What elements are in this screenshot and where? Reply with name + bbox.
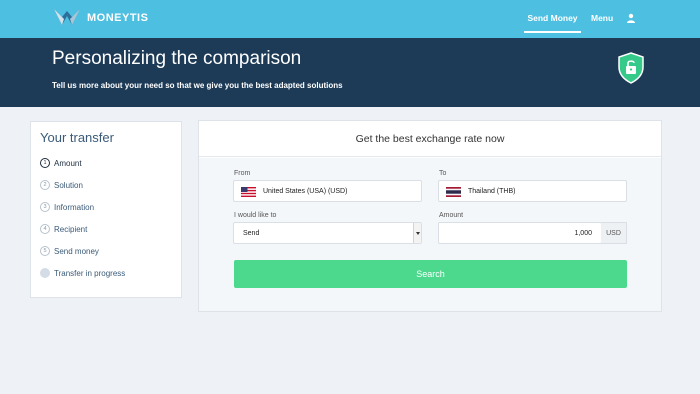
step-number: 3: [40, 202, 50, 212]
step-solution[interactable]: 2 Solution: [40, 180, 83, 190]
to-country-select[interactable]: Thailand (THB): [438, 180, 627, 202]
step-number: 2: [40, 180, 50, 190]
nav-send-money[interactable]: Send Money: [524, 13, 581, 31]
shield-lock-icon: [618, 52, 644, 84]
user-icon[interactable]: [626, 13, 636, 23]
step-number: 1: [40, 158, 50, 168]
us-flag-icon: [241, 187, 256, 197]
top-nav: MONEYTIS Send Money Menu: [0, 0, 700, 38]
step-number: 4: [40, 224, 50, 234]
from-country-select[interactable]: United States (USA) (USD): [233, 180, 422, 202]
step-send-money[interactable]: 5 Send money: [40, 246, 99, 256]
from-label: From: [234, 170, 251, 177]
step-label: Recipient: [54, 224, 88, 234]
brand-logo[interactable]: MONEYTIS: [52, 7, 148, 29]
step-label: Transfer in progress: [54, 268, 126, 278]
thailand-flag-icon: [446, 187, 461, 197]
nav-active-underline: [524, 31, 581, 33]
amount-input[interactable]: 1,000: [438, 222, 602, 244]
to-label: To: [439, 170, 447, 177]
step-status-icon: [40, 268, 50, 278]
action-select[interactable]: Send: [233, 222, 422, 244]
action-value: Send: [243, 230, 260, 237]
from-country-value: United States (USA) (USD): [263, 188, 348, 195]
page-subtitle: Tell us more about your need so that we …: [52, 81, 343, 90]
action-label: I would like to: [234, 212, 277, 219]
step-number: 5: [40, 246, 50, 256]
amount-value: 1,000: [574, 230, 592, 237]
step-label: Send money: [54, 246, 99, 256]
step-label: Amount: [54, 158, 82, 168]
transfer-steps-panel: Your transfer 1 Amount 2 Solution 3 Info…: [30, 121, 182, 298]
step-label: Solution: [54, 180, 83, 190]
step-label: Information: [54, 202, 95, 212]
step-recipient[interactable]: 4 Recipient: [40, 224, 87, 234]
step-information[interactable]: 3 Information: [40, 202, 94, 212]
nav-menu[interactable]: Menu: [591, 13, 613, 23]
steps-title: Your transfer: [40, 130, 114, 145]
amount-label: Amount: [439, 212, 464, 219]
step-transfer-in-progress[interactable]: Transfer in progress: [40, 268, 125, 278]
page-title: Personalizing the comparison: [52, 48, 302, 69]
chevron-down-icon[interactable]: [413, 223, 421, 243]
card-header: Get the best exchange rate now: [199, 121, 661, 157]
card-title: Get the best exchange rate now: [355, 133, 505, 145]
search-button[interactable]: Search: [234, 260, 627, 288]
hero-banner: Personalizing the comparison Tell us mor…: [0, 38, 700, 107]
brand-name: MONEYTIS: [87, 12, 149, 24]
to-country-value: Thailand (THB): [468, 188, 516, 195]
currency-badge: USD: [601, 222, 627, 244]
brand-logo-icon: [54, 9, 80, 25]
step-amount[interactable]: 1 Amount: [40, 158, 82, 168]
